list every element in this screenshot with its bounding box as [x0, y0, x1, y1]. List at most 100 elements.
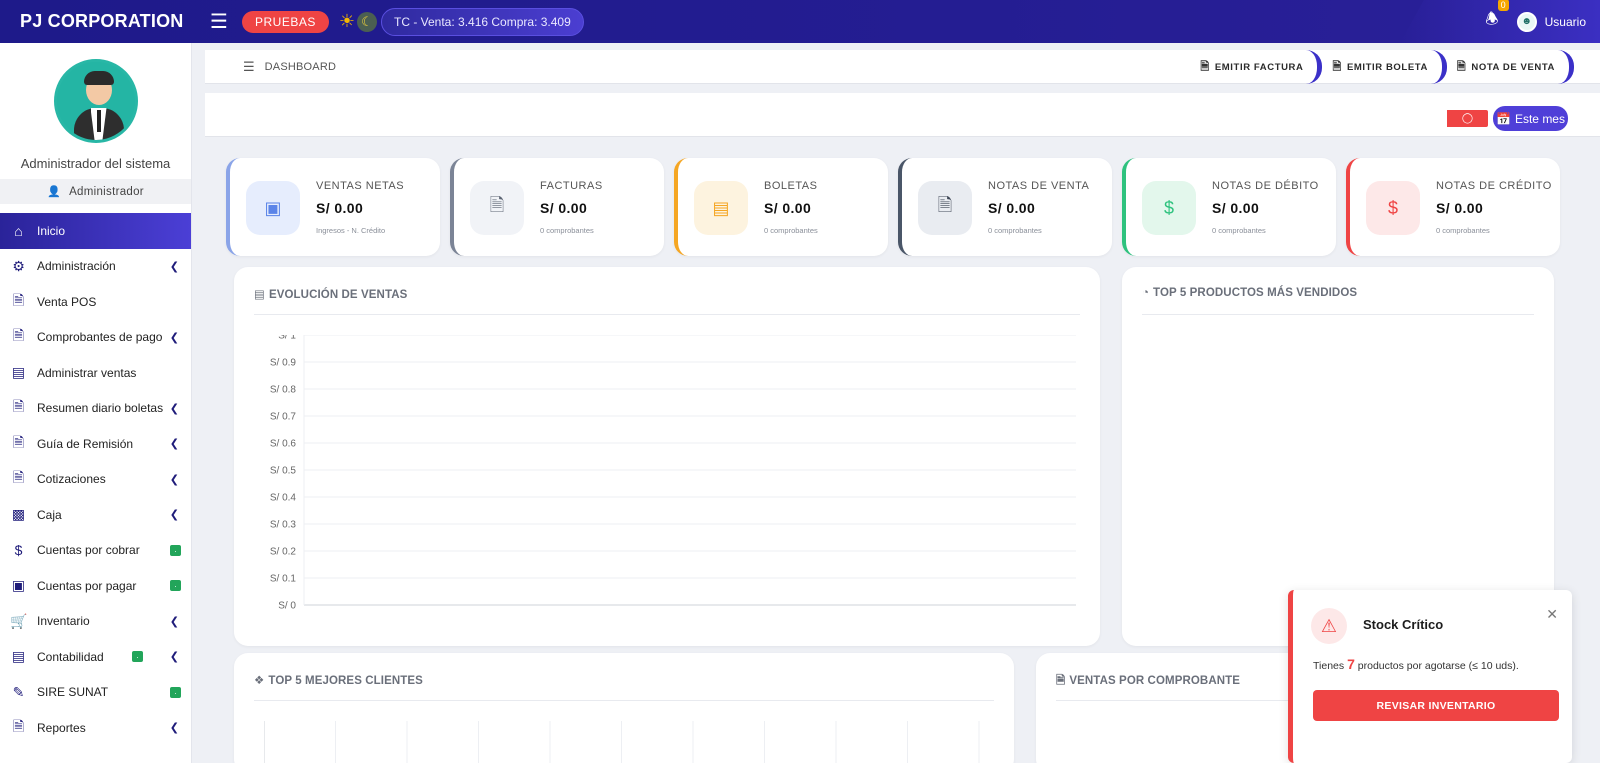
- y-tick-label: S/ 0.9: [270, 358, 297, 369]
- kpi-label: NOTAS DE CRÉDITO: [1436, 180, 1552, 192]
- sidebar-item-reportes[interactable]: 🗎 Reportes ❮: [0, 710, 191, 746]
- area-chart-icon: ▤: [254, 289, 265, 301]
- chevron-left-icon: ❮: [169, 473, 179, 486]
- sidebar-item-sire-sunat[interactable]: ✎ SIRE SUNAT.: [0, 675, 191, 711]
- kpi-value: S/ 0.00: [316, 200, 364, 216]
- sidebar-item-administracion[interactable]: ⚙ Administración ❮: [0, 249, 191, 285]
- toast-msg-suffix: productos por agotarse (≤ 10 uds).: [1357, 660, 1519, 672]
- kpi-value: S/ 0.00: [764, 200, 812, 216]
- kpi-label: BOLETAS: [764, 180, 818, 192]
- y-tick-label: S/ 0.1: [270, 574, 297, 585]
- y-tick-label: S/ 0.2: [270, 547, 297, 558]
- file-icon: 🗎: [1056, 675, 1066, 687]
- sidebar-item-label: Comprobantes de pago: [37, 330, 163, 345]
- sale-note-button[interactable]: 🗎 NOTA DE VENTA: [1451, 50, 1574, 84]
- file-icon: 🗎: [918, 181, 972, 235]
- kpi-label: VENTAS NETAS: [316, 180, 405, 192]
- sidebar-item-label: Contabilidad: [37, 649, 104, 664]
- role-label: Administrador: [69, 186, 144, 198]
- y-tick-label: S/ 0.8: [270, 385, 297, 396]
- cart-icon: 🛒: [10, 612, 28, 629]
- list-icon: ☰: [243, 58, 255, 74]
- home-icon: ⌂: [14, 222, 23, 239]
- top-navbar: PJ CORPORATION ☰ PRUEBAS ☀ ☾ TC - Venta:…: [0, 0, 1600, 43]
- sidebar-item-label: Inventario: [37, 614, 90, 629]
- period-filter-button[interactable]: 📅 Este mes: [1493, 106, 1568, 131]
- panel-title: ❖ TOP 5 MEJORES CLIENTES: [254, 673, 423, 687]
- toast-msg-prefix: Tienes: [1313, 660, 1345, 672]
- panel-title: 🗎 VENTAS POR COMPROBANTE: [1056, 673, 1240, 692]
- toggle-visibility-button[interactable]: ◯: [1443, 110, 1488, 127]
- user-menu[interactable]: ☻ Usuario: [1516, 11, 1586, 32]
- sidebar-item-cuentas-pagar[interactable]: ▣ Cuentas por pagar.: [0, 568, 191, 604]
- filter-bar: ◯ 📅 Este mes: [205, 93, 1600, 137]
- avatar-tie: [96, 110, 101, 132]
- sidebar-item-inventario[interactable]: 🛒 Inventario ❮: [0, 604, 191, 640]
- y-tick-label: S/ 0.6: [270, 439, 297, 450]
- sidebar-item-resumen-diario[interactable]: 🗎 Resumen diario boletas ❮: [0, 391, 191, 427]
- file-icon: 🗎: [470, 181, 524, 235]
- status-badge: .: [132, 651, 143, 663]
- panel-title: ▤ EVOLUCIÓN DE VENTAS: [254, 287, 407, 301]
- status-badge: .: [170, 686, 181, 698]
- sidebar-item-inicio[interactable]: ⌂ Inicio: [0, 213, 191, 249]
- sidebar-menu: ⌂ Inicio ⚙ Administración ❮ 🗎 Venta POS 🗎 Com…: [0, 213, 191, 746]
- gear-icon: ⚙: [12, 257, 25, 274]
- kpi-card-facturas: 🗎 FACTURAS S/ 0.00 0 comprobantes: [450, 158, 664, 256]
- chevron-left-icon: ❮: [169, 402, 179, 415]
- sidebar-item-contabilidad[interactable]: ▤ Contabilidad. ❮: [0, 639, 191, 675]
- notifications-button[interactable]: 🕭 0: [1485, 0, 1509, 34]
- invoice-dollar-icon: 🗎: [12, 327, 25, 344]
- cash-register-icon: ▩: [11, 506, 26, 523]
- kpi-sub: 0 comprobantes: [540, 226, 594, 235]
- kpi-sub: 0 comprobantes: [1212, 226, 1266, 235]
- file-dollar-icon: $: [1142, 181, 1196, 235]
- chevron-left-icon: ❮: [169, 260, 179, 273]
- sales-evolution-panel: ▤ EVOLUCIÓN DE VENTAS S/ 1 S/ 0.9 S/ 0.8 S/ …: [234, 267, 1100, 646]
- moon-icon[interactable]: ☾: [357, 11, 377, 32]
- status-badge: .: [170, 544, 181, 556]
- panel-divider: [1142, 314, 1534, 315]
- sidebar-item-label: Cuentas por pagar: [37, 578, 137, 593]
- emit-receipt-button[interactable]: 🗎 EMITIR BOLETA: [1326, 50, 1447, 84]
- kpi-value: S/ 0.00: [1212, 200, 1260, 216]
- bell-icon: 🕭: [1485, 11, 1499, 28]
- emit-invoice-button[interactable]: 🗎 EMITIR FACTURA: [1194, 50, 1323, 84]
- y-tick-label: S/ 1: [278, 335, 296, 342]
- brand-logo[interactable]: PJ CORPORATION: [0, 11, 192, 32]
- toast-title: Stock Crítico: [1363, 617, 1444, 632]
- button-label: EMITIR FACTURA: [1214, 61, 1304, 73]
- invoice-dollar-icon: 🗎: [12, 717, 25, 734]
- book-icon: ▤: [11, 648, 26, 665]
- review-inventory-button[interactable]: REVISAR INVENTARIO: [1313, 690, 1559, 721]
- kpi-value: S/ 0.00: [1436, 200, 1484, 216]
- file-invoice-icon: 🗎: [1200, 60, 1210, 73]
- panel-divider: [254, 700, 994, 701]
- sun-icon[interactable]: ☀: [339, 11, 355, 32]
- notification-badge: 0: [1497, 0, 1509, 11]
- button-label: EMITIR BOLETA: [1346, 61, 1428, 73]
- sidebar-item-comprobantes[interactable]: 🗎 Comprobantes de pago ❮: [0, 320, 191, 356]
- menu-toggle-icon[interactable]: ☰: [208, 9, 230, 34]
- period-label: Este mes: [1514, 111, 1565, 126]
- theme-switcher[interactable]: ☀ ☾: [339, 11, 377, 32]
- invoice-dollar-icon: 🗎: [12, 291, 25, 308]
- kpi-sub: 0 comprobantes: [988, 226, 1042, 235]
- sidebar-item-administrar-ventas[interactable]: ▤ Administrar ventas: [0, 355, 191, 391]
- sidebar-item-venta-pos[interactable]: 🗎 Venta POS: [0, 284, 191, 320]
- page-title: DASHBOARD: [264, 60, 337, 73]
- kpi-sub: Ingresos - N. Crédito: [316, 226, 386, 235]
- quick-actions: 🗎 EMITIR FACTURA 🗎 EMITIR BOLETA 🗎 NOTA DE …: [1190, 50, 1574, 84]
- top-clients-panel: ❖ TOP 5 MEJORES CLIENTES: [234, 653, 1014, 763]
- exchange-rate-pill: TC - Venta: 3.416 Compra: 3.409: [381, 7, 584, 36]
- kpi-value: S/ 0.00: [540, 200, 588, 216]
- sidebar-item-cuentas-cobrar[interactable]: $ Cuentas por cobrar.: [0, 533, 191, 569]
- sidebar-item-guia-remision[interactable]: 🗎 Guía de Remisión ❮: [0, 426, 191, 462]
- sidebar-item-cotizaciones[interactable]: 🗎 Cotizaciones ❮: [0, 462, 191, 498]
- sidebar-item-label: Inicio: [37, 223, 66, 238]
- panel-title-text: EVOLUCIÓN DE VENTAS: [268, 289, 408, 301]
- sidebar-item-caja[interactable]: ▩ Caja ❮: [0, 497, 191, 533]
- user-avatar-icon: ☻: [1516, 11, 1537, 32]
- eye-slash-icon: ◯: [1461, 113, 1474, 124]
- close-icon[interactable]: ✕: [1546, 606, 1558, 623]
